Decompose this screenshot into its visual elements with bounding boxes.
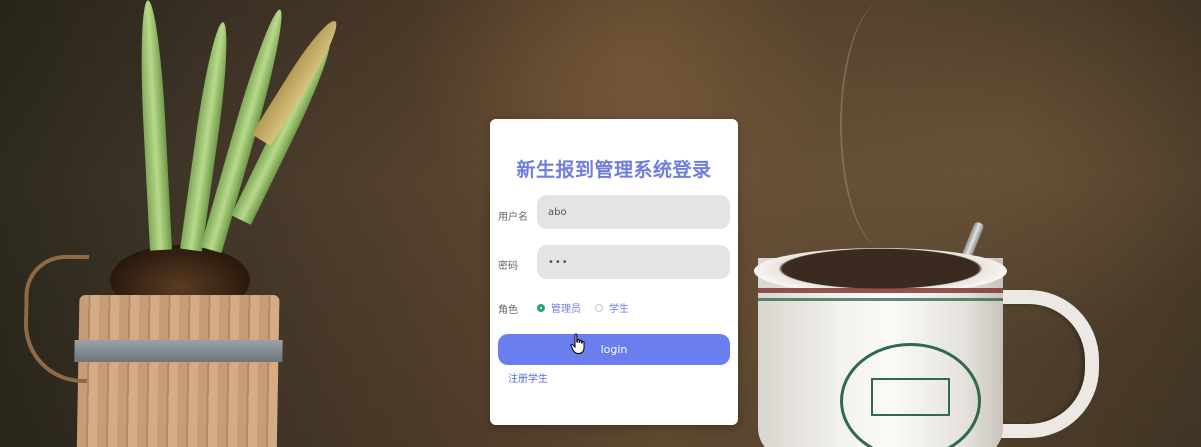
plant-pot <box>22 255 283 447</box>
login-card: 新生报到管理系统登录 用户名 密码 角色 管理员 学生 login 注册学生 <box>490 119 738 425</box>
steam <box>840 0 932 250</box>
password-label: 密码 <box>498 261 518 272</box>
login-title: 新生报到管理系统登录 <box>516 159 712 181</box>
coffee-cup <box>754 248 1007 447</box>
hand-pointer-cursor-icon <box>570 333 585 354</box>
cup-crest <box>840 343 981 447</box>
radio-selected-icon <box>537 303 545 312</box>
register-student-link[interactable]: 注册学生 <box>508 370 548 385</box>
role-radio-student[interactable]: 学生 <box>595 300 629 315</box>
login-button[interactable]: login <box>498 334 730 365</box>
cup-green-stripe <box>758 298 1003 301</box>
username-input[interactable] <box>537 195 730 229</box>
username-label: 用户名 <box>498 212 528 223</box>
role-radio-student-label: 学生 <box>609 304 629 315</box>
cup-red-stripe <box>758 288 1003 293</box>
role-radio-admin[interactable]: 管理员 <box>537 300 581 315</box>
pot-band <box>74 340 283 362</box>
role-radio-admin-label: 管理员 <box>551 304 581 315</box>
password-input[interactable] <box>537 245 730 279</box>
role-radio-group: 管理员 学生 <box>537 300 629 315</box>
radio-unselected-icon <box>595 303 603 312</box>
role-label: 角色 <box>498 305 518 316</box>
